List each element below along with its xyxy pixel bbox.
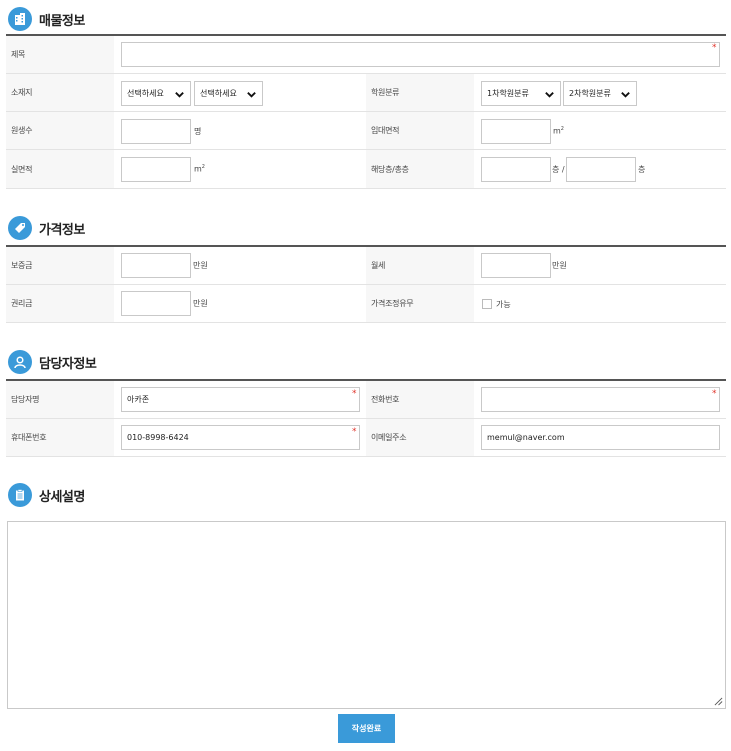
- person-icon: [8, 350, 32, 374]
- row-mobile-email: 휴대폰번호 * 이메일주소: [6, 419, 726, 457]
- row-deposit-monthly: 보증금 만원 월세 만원: [6, 247, 726, 285]
- phone-label: 전화번호: [366, 381, 474, 418]
- title-input[interactable]: [121, 42, 720, 67]
- total-floor-unit: 층: [638, 165, 646, 174]
- clipboard-icon: [8, 483, 32, 507]
- rent-area-unit: m2: [553, 126, 564, 136]
- rent-area-label: 임대면적: [366, 112, 474, 149]
- required-mark: *: [712, 43, 717, 53]
- students-input[interactable]: [121, 119, 191, 144]
- required-mark: *: [352, 389, 357, 399]
- chevron-down-icon: [247, 92, 256, 98]
- chevron-down-icon: [545, 92, 554, 98]
- section-title-property: 매물정보: [39, 13, 85, 29]
- monthly-label: 월세: [366, 247, 474, 284]
- location-select-2[interactable]: 선택하세요: [194, 81, 263, 106]
- monthly-input[interactable]: [481, 253, 551, 278]
- section-title-contact: 담당자정보: [39, 356, 97, 372]
- monthly-unit: 만원: [552, 261, 567, 270]
- premium-label: 권리금: [6, 285, 114, 322]
- name-input[interactable]: [121, 387, 360, 412]
- chevron-down-icon: [175, 92, 184, 98]
- floor-unit-separator: 층 /: [552, 165, 565, 174]
- mobile-label: 휴대폰번호: [6, 419, 114, 456]
- negotiable-label: 가격조정유무: [366, 285, 474, 322]
- submit-button[interactable]: 작성완료: [338, 714, 395, 743]
- required-mark: *: [352, 427, 357, 437]
- negotiable-checkbox[interactable]: [482, 299, 492, 309]
- name-label: 담당자명: [6, 381, 114, 418]
- deposit-input[interactable]: [121, 253, 191, 278]
- row-title: 제목 *: [6, 36, 726, 74]
- email-label: 이메일주소: [366, 419, 474, 456]
- detail-textarea[interactable]: [7, 521, 726, 709]
- location-select-1[interactable]: 선택하세요: [121, 81, 191, 106]
- premium-input[interactable]: [121, 291, 191, 316]
- row-premium-negotiable: 권리금 만원 가격조정유무 가능: [6, 285, 726, 323]
- floor-input[interactable]: [481, 157, 551, 182]
- section-header-price: 가격정보: [8, 216, 85, 240]
- rent-area-input[interactable]: [481, 119, 551, 144]
- negotiable-option-label: 가능: [496, 300, 511, 309]
- deposit-unit: 만원: [193, 261, 208, 270]
- section-title-price: 가격정보: [39, 222, 85, 238]
- row-location-category: 소재지 선택하세요 선택하세요 학원분류 1차학원분류 2차학원분류: [6, 74, 726, 112]
- row-name-phone: 담당자명 * 전화번호 *: [6, 381, 726, 419]
- floor-label: 해당층/총층: [366, 150, 474, 188]
- section-header-detail: 상세설명: [8, 483, 85, 507]
- title-label: 제목: [6, 36, 114, 73]
- resize-grip-icon[interactable]: [714, 697, 723, 706]
- tag-icon: [8, 216, 32, 240]
- deposit-label: 보증금: [6, 247, 114, 284]
- section-header-contact: 담당자정보: [8, 350, 97, 374]
- chevron-down-icon: [621, 92, 630, 98]
- mobile-input[interactable]: [121, 425, 360, 450]
- students-unit: 명: [194, 127, 202, 136]
- total-floor-input[interactable]: [566, 157, 636, 182]
- real-area-label: 실면적: [6, 150, 114, 188]
- building-icon: [8, 7, 32, 31]
- row-realarea-floor: 실면적 m2 해당층/총층 층 / 층: [6, 150, 726, 189]
- category-select-2[interactable]: 2차학원분류: [563, 81, 637, 106]
- location-label: 소재지: [6, 74, 114, 111]
- required-mark: *: [712, 389, 717, 399]
- row-students-area: 원생수 명 임대면적 m2: [6, 112, 726, 150]
- section-header-property: 매물정보: [8, 7, 85, 31]
- section-title-detail: 상세설명: [39, 489, 85, 505]
- category-label: 학원분류: [366, 74, 474, 111]
- category-select-1[interactable]: 1차학원분류: [481, 81, 561, 106]
- premium-unit: 만원: [193, 299, 208, 308]
- students-label: 원생수: [6, 112, 114, 149]
- email-input[interactable]: [481, 425, 720, 450]
- phone-input[interactable]: [481, 387, 720, 412]
- real-area-unit: m2: [194, 164, 205, 174]
- real-area-input[interactable]: [121, 157, 191, 182]
